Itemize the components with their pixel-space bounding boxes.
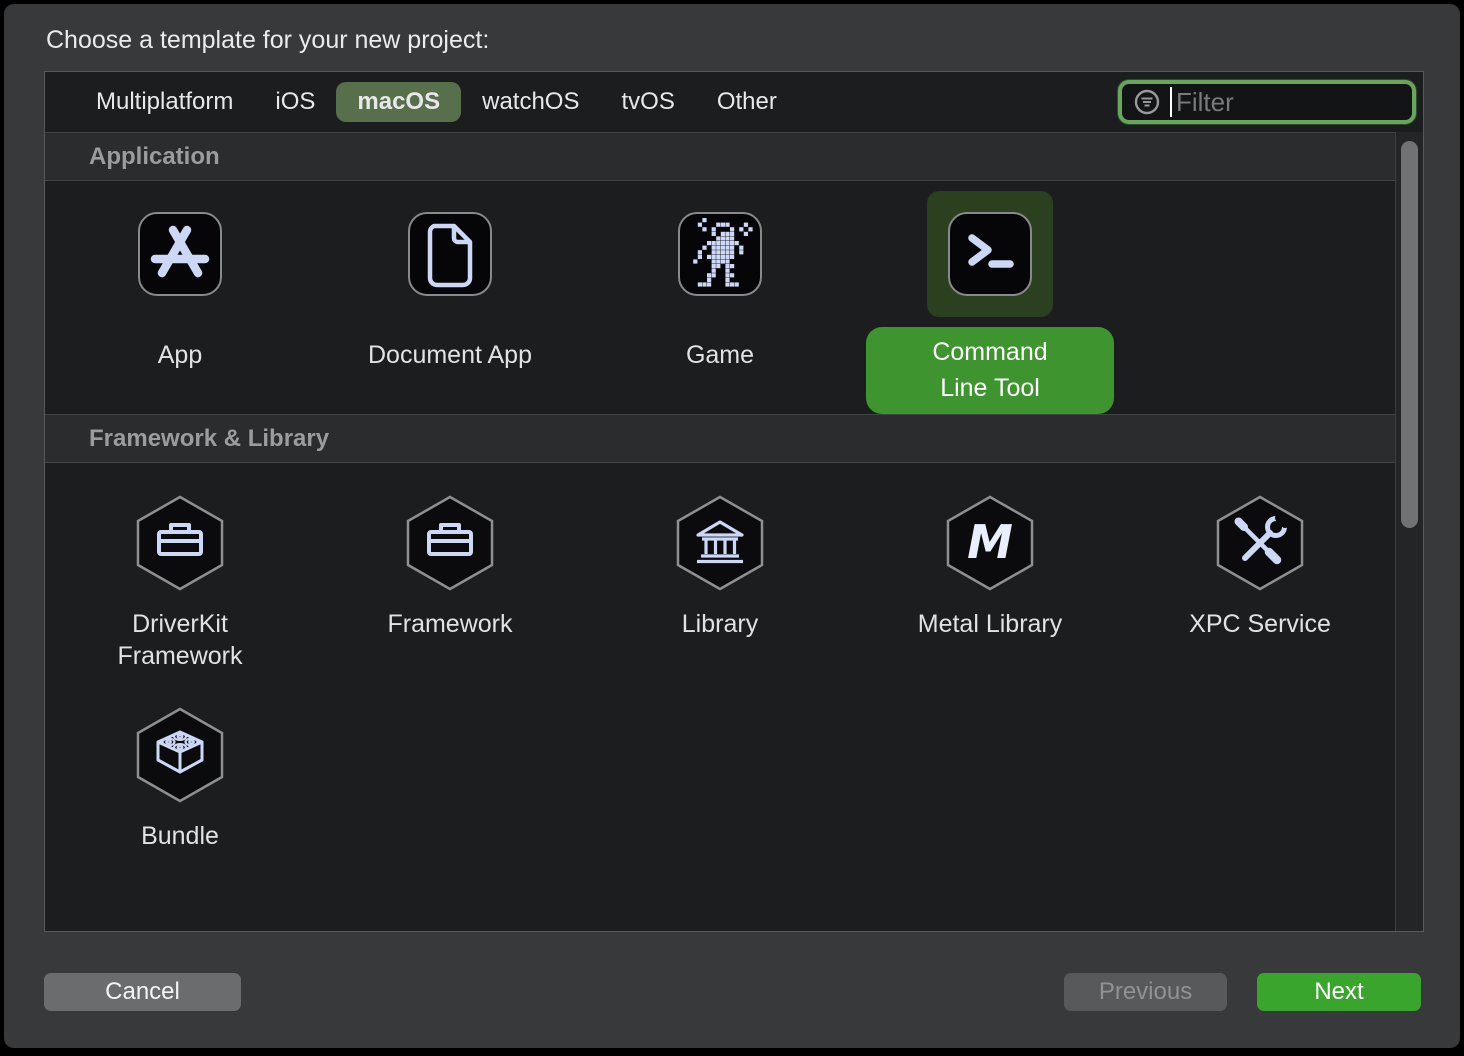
- template-document-app[interactable]: Document App: [315, 181, 585, 414]
- template-label: Framework: [387, 610, 513, 638]
- template-driverkit-framework[interactable]: DriverKit Framework: [45, 463, 315, 672]
- dialog-title: Choose a template for your new project:: [46, 26, 490, 54]
- filter-placeholder: Filter: [1176, 86, 1234, 117]
- template-bundle[interactable]: Bundle: [45, 672, 315, 852]
- template-label: Document App: [368, 341, 532, 369]
- game-sprite-icon: [678, 212, 762, 296]
- template-game[interactable]: Game: [585, 181, 855, 414]
- template-command-line-tool[interactable]: Command Line Tool: [855, 181, 1125, 414]
- tab-multiplatform[interactable]: Multiplatform: [75, 82, 254, 123]
- tab-other[interactable]: Other: [696, 82, 798, 123]
- template-chooser-panel: Multiplatform iOS macOS watchOS tvOS Oth…: [44, 71, 1424, 932]
- toolbox-hexagon-icon: [405, 494, 495, 592]
- tab-tvos[interactable]: tvOS: [600, 82, 695, 123]
- toolbox-hexagon-icon: [135, 494, 225, 592]
- previous-button[interactable]: Previous: [1064, 973, 1227, 1011]
- template-metal-library[interactable]: M Metal Library: [855, 463, 1125, 672]
- platform-tabbar: Multiplatform iOS macOS watchOS tvOS Oth…: [45, 72, 1423, 132]
- framework-grid: DriverKit Framework Framework Library M …: [45, 463, 1423, 852]
- scrollbar-track: [1395, 132, 1423, 931]
- template-library[interactable]: Library: [585, 463, 855, 672]
- selected-template-highlight: [927, 191, 1053, 317]
- section-header-application: Application: [45, 132, 1423, 181]
- template-label: Bundle: [141, 822, 219, 850]
- template-label: Command Line Tool: [932, 338, 1048, 402]
- section-header-framework-library: Framework & Library: [45, 414, 1423, 463]
- template-label: Game: [685, 341, 755, 369]
- tab-ios[interactable]: iOS: [254, 82, 336, 123]
- template-app[interactable]: App: [45, 181, 315, 414]
- terminal-icon: [948, 212, 1032, 296]
- cancel-button[interactable]: Cancel: [44, 973, 241, 1011]
- template-label: XPC Service: [1189, 610, 1331, 638]
- new-project-dialog: Choose a template for your new project: …: [4, 4, 1460, 1048]
- template-label: Metal Library: [917, 610, 1063, 638]
- svg-text:M: M: [967, 515, 1013, 569]
- template-label: App: [157, 341, 203, 369]
- tab-watchos[interactable]: watchOS: [461, 82, 600, 123]
- metal-hexagon-icon: M: [945, 494, 1035, 592]
- bank-hexagon-icon: [675, 494, 765, 592]
- scrollbar-thumb[interactable]: [1401, 141, 1418, 528]
- template-label: DriverKit Framework: [117, 610, 243, 670]
- selected-template-label-pill: Command Line Tool: [866, 327, 1114, 414]
- application-grid: App Document App Game Command Line Tool: [45, 181, 1423, 414]
- template-xpc-service[interactable]: XPC Service: [1125, 463, 1395, 672]
- document-icon: [408, 212, 492, 296]
- next-button[interactable]: Next: [1257, 973, 1421, 1011]
- filter-circle-icon: [1132, 87, 1162, 117]
- text-cursor: [1170, 87, 1172, 117]
- template-label: Library: [681, 610, 759, 638]
- empty-cell: [1125, 181, 1395, 414]
- lego-hexagon-icon: [135, 706, 225, 804]
- template-framework[interactable]: Framework: [315, 463, 585, 672]
- filter-input[interactable]: Filter: [1118, 80, 1416, 124]
- app-store-icon: [138, 212, 222, 296]
- tab-macos[interactable]: macOS: [336, 81, 462, 123]
- template-list: Application App Document App Game Comman…: [45, 132, 1423, 931]
- tools-hexagon-icon: [1215, 494, 1305, 592]
